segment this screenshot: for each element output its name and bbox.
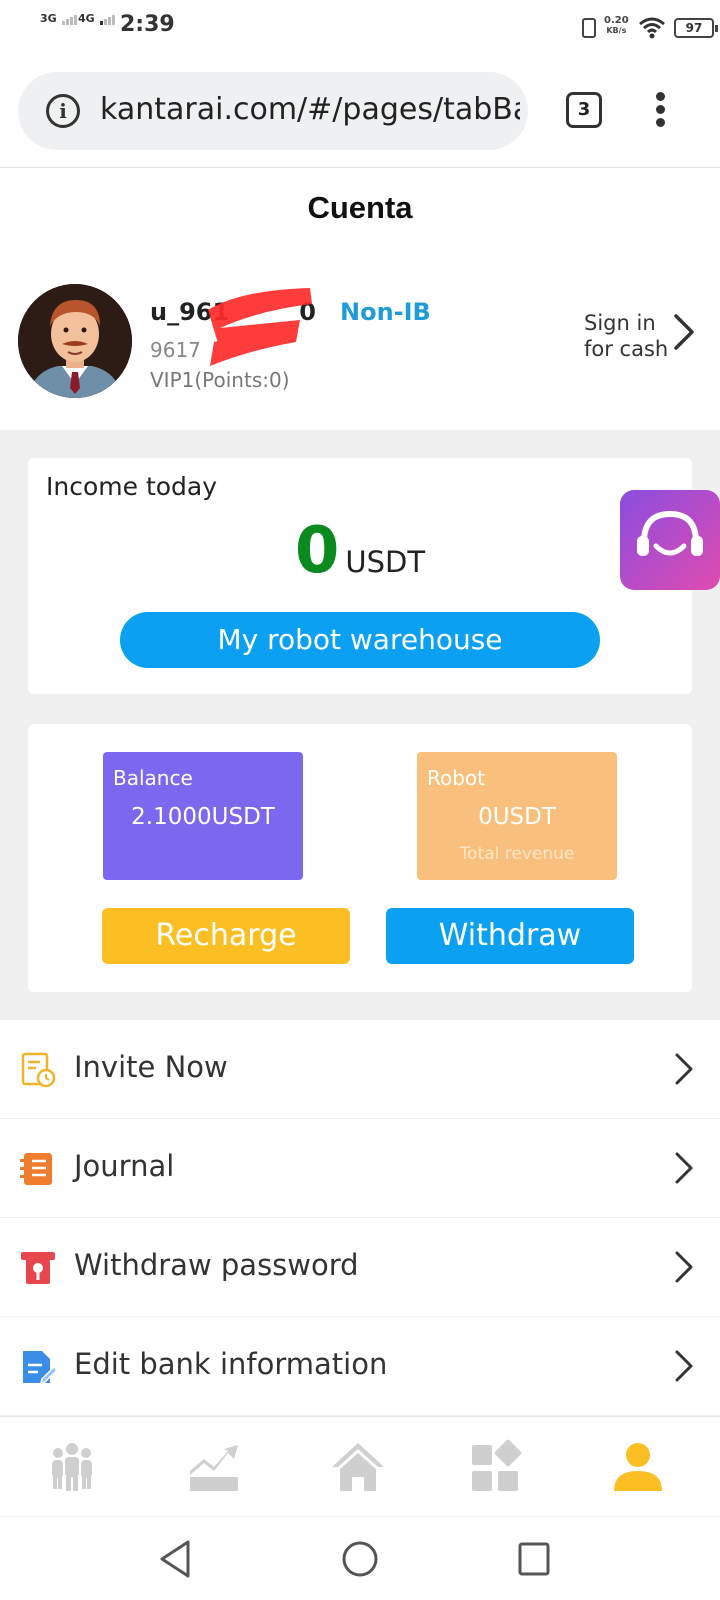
account-type-badge: Non-IB bbox=[340, 298, 431, 326]
browser-toolbar: i kantarai.com/#/pages/tabBa 3 bbox=[0, 56, 720, 168]
home-icon[interactable] bbox=[330, 1439, 386, 1495]
clock: 2:39 bbox=[120, 12, 175, 37]
income-label: Income today bbox=[46, 472, 218, 501]
vip-level: VIP1(Points:0) bbox=[150, 368, 290, 392]
status-bar: 3G 4G 2:39 0.20 KB/s 97 bbox=[0, 0, 720, 56]
user-id: 9617 bbox=[150, 338, 201, 362]
more-options-icon[interactable] bbox=[656, 92, 666, 132]
recents-icon[interactable] bbox=[516, 1539, 552, 1579]
team-icon[interactable] bbox=[44, 1439, 100, 1495]
page-title: Cuenta bbox=[307, 190, 413, 225]
sign-in-for-cash-link[interactable]: Sign in for cash bbox=[584, 310, 674, 362]
redaction-scribble bbox=[208, 288, 312, 366]
robot-value: 0USDT bbox=[478, 804, 556, 830]
signal-4g-icon: 4G bbox=[78, 12, 115, 25]
menu-label: Withdraw password bbox=[74, 1248, 359, 1282]
avatar-illustration bbox=[18, 284, 132, 398]
robot-label: Robot bbox=[427, 766, 486, 790]
tab-switcher-button[interactable]: 3 bbox=[566, 92, 602, 128]
net-speed-unit: KB/s bbox=[606, 26, 627, 35]
menu-item-invite-now[interactable]: Invite Now bbox=[0, 1020, 720, 1119]
recharge-button[interactable]: Recharge bbox=[102, 908, 350, 964]
income-card: Income today 0 USDT My robot warehouse bbox=[28, 458, 692, 694]
user-icon[interactable] bbox=[610, 1439, 666, 1495]
balance-label: Balance bbox=[113, 766, 193, 790]
balance-value: 2.1000USDT bbox=[131, 804, 275, 830]
chevron-right-icon bbox=[675, 1053, 693, 1085]
robot-warehouse-button[interactable]: My robot warehouse bbox=[120, 612, 600, 668]
net-speed-value: 0.20 bbox=[604, 15, 629, 26]
customer-support-button[interactable] bbox=[620, 490, 720, 590]
bottom-navigation bbox=[0, 1416, 720, 1516]
bank-edit-icon bbox=[23, 1351, 56, 1385]
dashboard-area: Income today 0 USDT My robot warehouse Ba… bbox=[0, 430, 720, 1020]
menu-item-journal[interactable]: Journal bbox=[0, 1119, 720, 1218]
menu-list: Invite Now Journal Withdraw password Edi… bbox=[0, 1020, 720, 1416]
chevron-right-icon[interactable] bbox=[672, 312, 696, 352]
address-bar[interactable]: i kantarai.com/#/pages/tabBa bbox=[18, 72, 528, 150]
menu-label: Journal bbox=[74, 1149, 175, 1183]
info-icon[interactable]: i bbox=[46, 94, 80, 128]
net-speed: 0.20 KB/s bbox=[604, 16, 629, 36]
menu-label: Edit bank information bbox=[74, 1347, 388, 1381]
robot-subtitle: Total revenue bbox=[459, 844, 575, 864]
url-text[interactable]: kantarai.com/#/pages/tabBa bbox=[100, 92, 520, 127]
signal-3g-label: 3G bbox=[40, 12, 57, 25]
apps-icon[interactable] bbox=[470, 1439, 526, 1495]
robot-tile: Robot 0USDT Total revenue bbox=[417, 752, 617, 880]
invite-icon bbox=[21, 1052, 56, 1088]
signal-3g-icon: 3G bbox=[40, 12, 77, 25]
chart-icon[interactable] bbox=[188, 1439, 244, 1495]
profile-section: u_961 0 9617 Non-IB VIP1(Points:0) Sign i… bbox=[0, 260, 720, 430]
withdraw-button[interactable]: Withdraw bbox=[386, 908, 634, 964]
system-navigation-bar bbox=[0, 1516, 720, 1600]
menu-item-edit-bank-information[interactable]: Edit bank information bbox=[0, 1317, 720, 1416]
menu-label: Invite Now bbox=[74, 1050, 228, 1084]
signal-4g-label: 4G bbox=[78, 12, 95, 25]
income-unit: USDT bbox=[345, 545, 426, 579]
balance-tile: Balance 2.1000USDT bbox=[103, 752, 303, 880]
income-value-row: 0 USDT bbox=[28, 514, 692, 588]
vibrate-icon bbox=[582, 18, 596, 38]
avatar[interactable] bbox=[18, 284, 132, 398]
income-value: 0 bbox=[294, 514, 340, 588]
wifi-icon bbox=[639, 17, 665, 39]
chevron-right-icon bbox=[675, 1350, 693, 1382]
headset-icon bbox=[637, 510, 703, 556]
password-icon bbox=[21, 1252, 55, 1284]
back-icon[interactable] bbox=[158, 1539, 192, 1579]
chevron-right-icon bbox=[675, 1152, 693, 1184]
menu-item-withdraw-password[interactable]: Withdraw password bbox=[0, 1218, 720, 1317]
home-button-icon[interactable] bbox=[340, 1539, 380, 1579]
journal-icon bbox=[20, 1153, 52, 1185]
battery-icon: 97 bbox=[674, 18, 718, 38]
wallet-card: Balance 2.1000USDT Robot 0USDT Total rev… bbox=[28, 724, 692, 992]
chevron-right-icon bbox=[675, 1251, 693, 1283]
